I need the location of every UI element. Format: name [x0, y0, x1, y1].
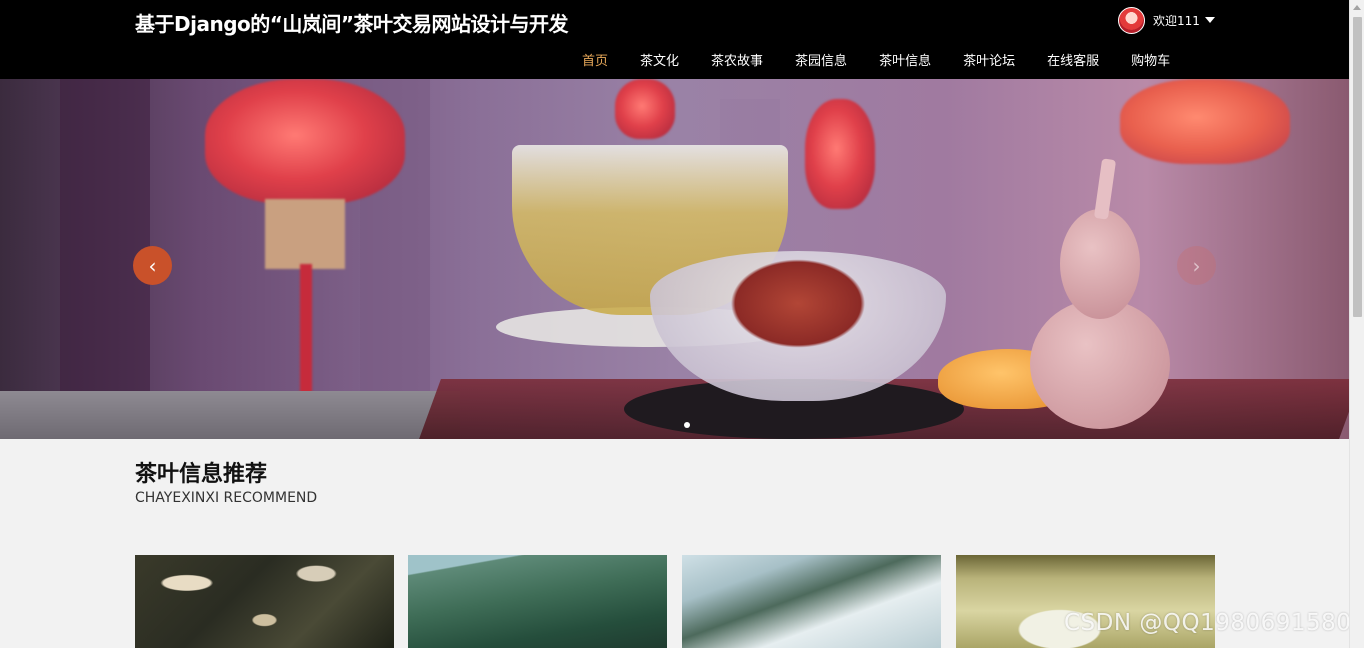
nav-item-tea-garden-info[interactable]: 茶园信息: [779, 50, 863, 69]
scroll-up-icon[interactable]: [1353, 5, 1361, 10]
gourd-image: [1060, 209, 1140, 319]
section-title: 茶叶信息推荐: [135, 462, 268, 487]
hero-carousel: ‹ ›: [0, 79, 1349, 439]
background-pillar: [60, 79, 150, 399]
caret-down-icon[interactable]: [1204, 17, 1215, 23]
nav-item-tea-culture[interactable]: 茶文化: [624, 50, 695, 69]
tea-card-image[interactable]: [135, 555, 394, 648]
table-image: [0, 391, 460, 439]
site-title[interactable]: 基于Django的“山岚间”茶叶交易网站设计与开发: [135, 8, 569, 37]
lantern-image: [300, 264, 312, 404]
lantern-image: [1120, 79, 1290, 164]
user-menu[interactable]: 欢迎111: [1118, 6, 1215, 34]
tea-card-image[interactable]: [408, 555, 667, 648]
carousel-next-button[interactable]: ›: [1177, 246, 1216, 285]
vertical-scrollbar[interactable]: [1349, 0, 1364, 648]
chevron-right-icon: ›: [1192, 253, 1201, 278]
carousel-prev-button[interactable]: ‹: [133, 246, 172, 285]
nav-item-online-service[interactable]: 在线客服: [1031, 50, 1115, 69]
nav-item-tea-forum[interactable]: 茶叶论坛: [947, 50, 1031, 69]
chevron-left-icon: ‹: [148, 253, 157, 278]
nav-item-farmer-stories[interactable]: 茶农故事: [695, 50, 779, 69]
carousel-indicator-dot[interactable]: [684, 422, 690, 428]
avatar[interactable]: [1118, 6, 1145, 34]
nav-item-cart[interactable]: 购物车: [1115, 50, 1186, 69]
welcome-text[interactable]: 欢迎111: [1153, 12, 1200, 29]
tea-card-image[interactable]: [682, 555, 941, 648]
gourd-image: [1093, 158, 1117, 220]
lantern-image: [805, 99, 875, 209]
lantern-image: [205, 79, 405, 204]
nav-item-tea-info[interactable]: 茶叶信息: [863, 50, 947, 69]
scrollbar-thumb[interactable]: [1353, 17, 1362, 317]
nav-item-home[interactable]: 首页: [566, 50, 624, 69]
lantern-image: [615, 79, 675, 139]
watermark-text: CSDN @QQ1980691580: [1064, 610, 1352, 636]
section-subtitle: CHAYEXINXI RECOMMEND: [135, 490, 318, 506]
main-nav: 首页 茶文化 茶农故事 茶园信息 茶叶信息 茶叶论坛 在线客服 购物车: [566, 50, 1186, 69]
site-header: 基于Django的“山岚间”茶叶交易网站设计与开发 欢迎111 首页 茶文化 茶…: [0, 0, 1349, 79]
lantern-image: [265, 199, 345, 269]
